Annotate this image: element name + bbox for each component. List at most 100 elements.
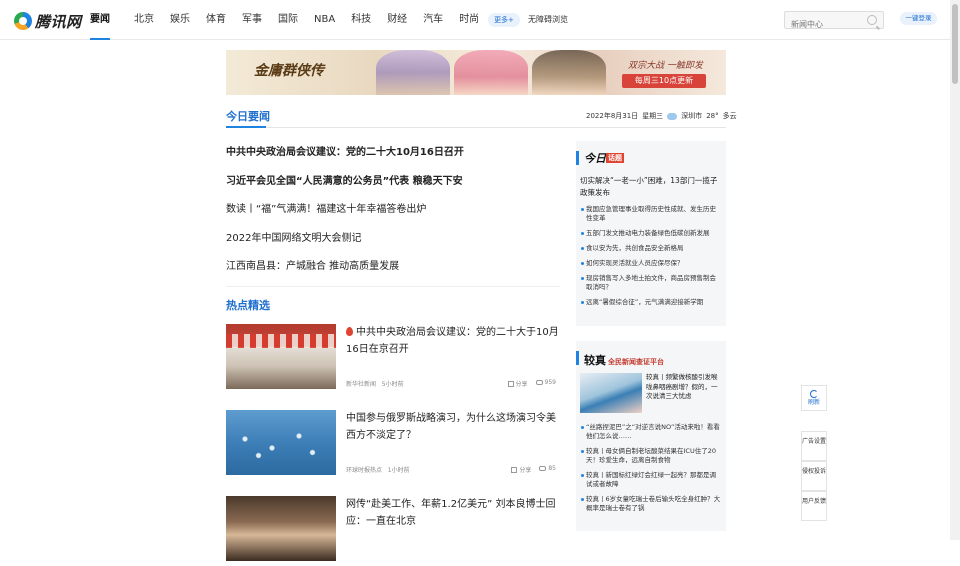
feed-source[interactable]: 环球时报热点 bbox=[346, 467, 382, 474]
logo-text: 腾讯网 bbox=[35, 12, 82, 31]
topic-lead-link[interactable]: 切实解决“一老一小”困难，13部门一揽子政策发布 bbox=[580, 175, 722, 199]
feed-item[interactable]: 中共中央政治局会议建议：党的二十大于10月16日在京召开 新华社新闻 5小时前 … bbox=[226, 324, 560, 394]
factcheck-item[interactable]: 较真丨新国标红绿灯会红绿一起亮？那都是调试或者故障 bbox=[580, 471, 722, 489]
weekday-text: 星期三 bbox=[642, 112, 664, 120]
nav-item-world[interactable]: 国际 bbox=[274, 0, 302, 40]
feed-item[interactable]: 中国参与俄罗斯战略演习，为什么这场演习令美西方不淡定了？ 环球时报热点 1小时前… bbox=[226, 410, 560, 480]
feed-thumbnail[interactable] bbox=[226, 410, 336, 475]
banner-cta: 每周三10点更新 bbox=[622, 74, 706, 88]
feed-meta: 新华社新闻 5小时前 bbox=[346, 379, 404, 388]
nav-item-military[interactable]: 军事 bbox=[238, 0, 266, 40]
feed-actions: 分享 959 bbox=[507, 379, 556, 388]
top-navigation: 腾讯网 要闻 北京 娱乐 体育 军事 国际 NBA 科技 财经 汽车 时尚 游戏… bbox=[0, 0, 960, 40]
factcheck-item[interactable]: 较真丨6岁女童吃瑞士卷后输头吃全身红肿？大概率是瑞士卷有了锅 bbox=[580, 495, 722, 513]
feed-actions: 分享 85 bbox=[511, 465, 556, 474]
channel-nav: 要闻 北京 娱乐 体育 军事 国际 NBA 科技 财经 汽车 时尚 游戏 bbox=[86, 0, 519, 40]
search-box bbox=[784, 11, 884, 33]
factcheck-item[interactable]: “丝路捏泥巴”之“对逆言说NO”活动来啦！看看他们怎么说…… bbox=[580, 423, 722, 441]
divider bbox=[226, 286, 560, 287]
nav-item-beijing[interactable]: 北京 bbox=[130, 0, 158, 40]
factcheck-panel: 较真 全民新闻查证平台 较真丨频繁做核酸引发喉咙鼻咽癌剧增？假的，一次说清三大忧虑… bbox=[576, 341, 726, 531]
panel-accent bbox=[576, 351, 579, 365]
factcheck-thumbnail[interactable] bbox=[580, 373, 642, 413]
feed-source[interactable]: 新华社新闻 bbox=[346, 381, 376, 388]
comment-icon bbox=[535, 380, 543, 385]
topic-item[interactable]: 我国应急管理事业取得历史性成就、发生历史性变革 bbox=[580, 205, 722, 223]
headline-link[interactable]: 2022年中国网络文明大会侧记 bbox=[226, 231, 560, 260]
feed-title[interactable]: 中国参与俄罗斯战略演习，为什么这场演习令美西方不淡定了？ bbox=[346, 410, 560, 444]
headline-link[interactable]: 中共中央政治局会议建议：党的二十大10月16日召开 bbox=[226, 145, 560, 174]
feed-title[interactable]: 中共中央政治局会议建议：党的二十大于10月16日在京召开 bbox=[346, 324, 560, 358]
hot-section-title: 热点精选 bbox=[226, 299, 270, 312]
share-button[interactable]: 分享 bbox=[507, 379, 528, 388]
factcheck-logo[interactable]: 较真 全民新闻查证平台 bbox=[584, 352, 664, 368]
scrollbar[interactable] bbox=[950, 0, 960, 540]
feed-thumbnail[interactable] bbox=[226, 496, 336, 561]
factcheck-list: “丝路捏泥巴”之“对逆言说NO”活动来啦！看看他们怎么说…… 较真丨母女俩自制老… bbox=[580, 423, 722, 519]
feed-time: 5小时前 bbox=[381, 381, 404, 388]
factcheck-lead-link[interactable]: 较真丨频繁做核酸引发喉咙鼻咽癌剧增？假的，一次说清三大忧虑 bbox=[646, 373, 722, 402]
panel-accent bbox=[576, 151, 579, 165]
login-button[interactable]: 一键登录 bbox=[900, 12, 937, 25]
headline-link[interactable]: 江西南昌县：产城融合 推动高质量发展 bbox=[226, 259, 560, 288]
weather-text: 多云 bbox=[722, 112, 737, 120]
search-icon[interactable] bbox=[867, 15, 877, 25]
search-input[interactable] bbox=[785, 16, 859, 33]
banner-characters-image bbox=[376, 50, 606, 95]
today-topic-logo[interactable]: 今日 话题 bbox=[584, 150, 624, 166]
topic-item[interactable]: 食以安为先，共创食品安全新格局 bbox=[580, 244, 722, 253]
comment-icon bbox=[539, 466, 547, 471]
share-icon bbox=[507, 381, 514, 387]
nav-item-sports[interactable]: 体育 bbox=[202, 0, 230, 40]
nav-item-fashion[interactable]: 时尚 bbox=[455, 0, 483, 40]
nav-item-nba[interactable]: NBA bbox=[310, 0, 339, 40]
section-divider bbox=[226, 127, 726, 128]
headline-list: 中共中央政治局会议建议：党的二十大10月16日召开 习近平会见全国“人民满意的公… bbox=[226, 145, 560, 288]
feed-meta: 环球时报热点 1小时前 bbox=[346, 465, 410, 474]
banner-ad[interactable]: 金庸群侠传 双宗大战 一触即发 每周三10点更新 bbox=[226, 50, 726, 95]
headline-link[interactable]: 习近平会见全国“人民满意的公务员”代表 粮稳天下安 bbox=[226, 174, 560, 203]
comment-count[interactable]: 85 bbox=[539, 465, 556, 474]
comment-count[interactable]: 959 bbox=[535, 379, 556, 388]
report-button[interactable]: 侵权投诉 bbox=[801, 461, 827, 491]
active-tab-indicator bbox=[226, 126, 266, 128]
date-weather: 2022年8月31日 星期三 深圳市 28° 多云 bbox=[586, 111, 737, 121]
nav-item-entertainment[interactable]: 娱乐 bbox=[166, 0, 194, 40]
feed-time: 1小时前 bbox=[387, 467, 410, 474]
more-channels-button[interactable]: 更多+ bbox=[488, 13, 520, 27]
nav-item-news[interactable]: 要闻 bbox=[86, 0, 114, 40]
topic-item[interactable]: 五部门发文推动电力装备绿色低碳创新发展 bbox=[580, 229, 722, 238]
topic-panel: 今日 话题 切实解决“一老一小”困难，13部门一揽子政策发布 我国应急管理事业取得… bbox=[576, 141, 726, 326]
feed-title[interactable]: 网传“赴美工作、年薪1.2亿美元” 刘本良博士回应：一直在北京 bbox=[346, 496, 560, 530]
refresh-button[interactable]: 刷新 bbox=[801, 385, 827, 411]
topic-item[interactable]: 现房销售写入多地土拍文件，商品房预售制会取消吗？ bbox=[580, 274, 722, 292]
city-text[interactable]: 深圳市 bbox=[681, 111, 702, 121]
nav-item-auto[interactable]: 汽车 bbox=[419, 0, 447, 40]
refresh-icon bbox=[810, 390, 818, 398]
share-icon bbox=[511, 467, 518, 473]
topic-item[interactable]: 远离“暑假综合征”，元气满满迎接新学期 bbox=[580, 298, 722, 307]
tencent-logo[interactable]: 腾讯网 bbox=[14, 10, 82, 32]
nav-item-tech[interactable]: 科技 bbox=[347, 0, 375, 40]
banner-slogan: 双宗大战 一触即发 bbox=[628, 61, 703, 71]
factcheck-item[interactable]: 较真丨母女俩自制老坛酸菜结果在ICU住了20天！珍爱生命，远离自制食物 bbox=[580, 447, 722, 465]
accessibility-link[interactable]: 无障碍浏览 bbox=[528, 14, 568, 25]
character-figure bbox=[532, 50, 606, 95]
scrollbar-thumb[interactable] bbox=[952, 4, 958, 84]
ad-settings-button[interactable]: 广告设置 bbox=[801, 431, 827, 461]
feed-thumbnail[interactable] bbox=[226, 324, 336, 389]
feedback-button[interactable]: 用户反馈 bbox=[801, 491, 827, 521]
date-text: 2022年8月31日 bbox=[586, 112, 639, 120]
topic-item[interactable]: 如何实现灵活就业人员应保尽保？ bbox=[580, 259, 722, 268]
share-button[interactable]: 分享 bbox=[511, 465, 531, 474]
feed-item[interactable]: 网传“赴美工作、年薪1.2亿美元” 刘本良博士回应：一直在北京 bbox=[226, 496, 560, 566]
headline-link[interactable]: 数读丨“福”气满满！福建这十年幸福答卷出炉 bbox=[226, 202, 560, 231]
nav-item-finance[interactable]: 财经 bbox=[383, 0, 411, 40]
tencent-logo-icon bbox=[14, 12, 32, 30]
tab-today-news[interactable]: 今日要闻 bbox=[226, 108, 270, 124]
cloud-icon bbox=[667, 112, 678, 120]
topic-list: 我国应急管理事业取得历史性成就、发生历史性变革 五部门发文推动电力装备绿色低碳创… bbox=[580, 205, 722, 313]
fire-icon bbox=[346, 327, 353, 336]
banner-game-logo: 金庸群侠传 bbox=[254, 63, 324, 79]
character-figure bbox=[454, 50, 528, 95]
